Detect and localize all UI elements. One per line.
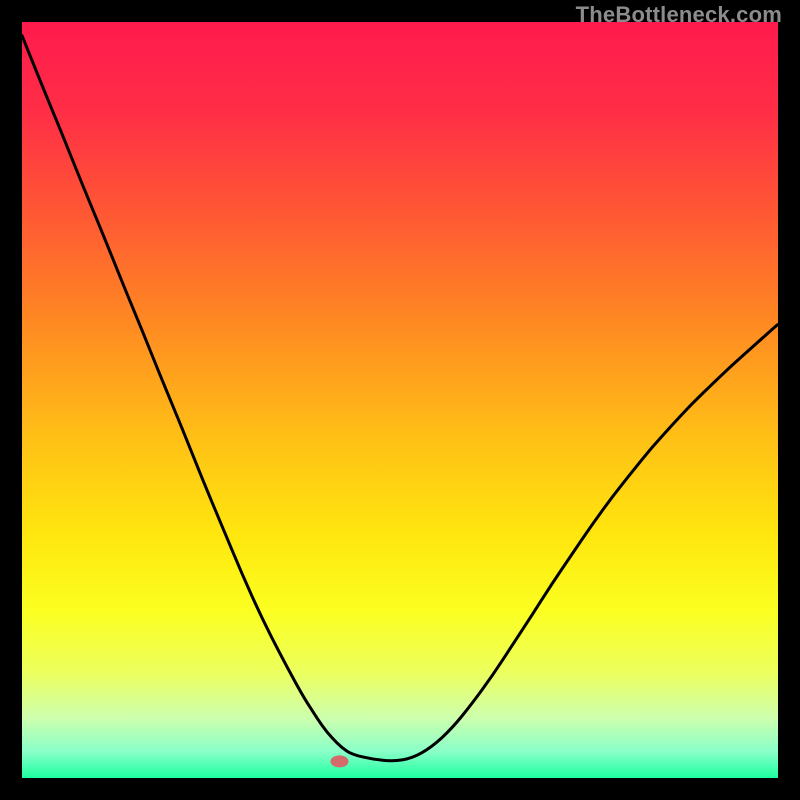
bottleneck-plot (22, 22, 778, 778)
chart-frame: TheBottleneck.com (0, 0, 800, 800)
plot-area (22, 22, 778, 778)
gradient-background (22, 22, 778, 778)
optimum-marker (331, 755, 349, 767)
